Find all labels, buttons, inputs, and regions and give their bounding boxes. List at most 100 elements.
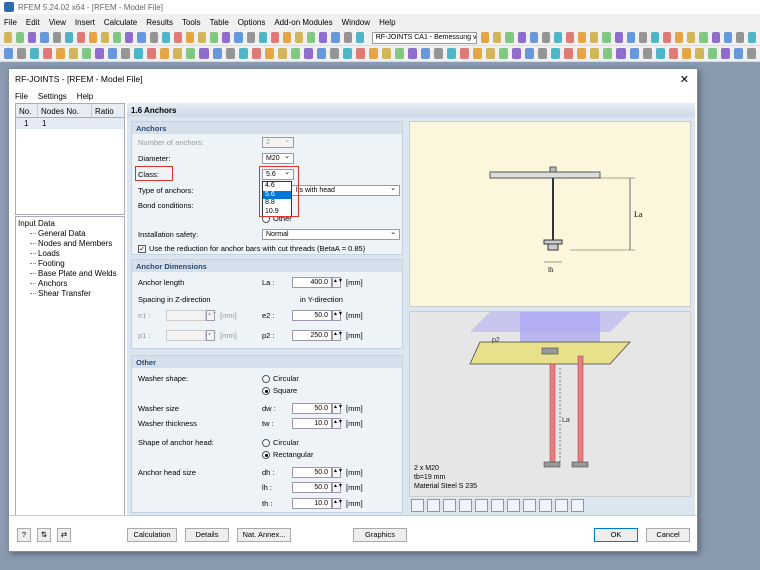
toolbar-icon[interactable] bbox=[173, 32, 182, 43]
toolbar-icon[interactable] bbox=[282, 32, 291, 43]
menu-insert[interactable]: Insert bbox=[75, 18, 95, 27]
table-row[interactable]: 1 1 bbox=[16, 118, 124, 129]
toolbar-icon[interactable] bbox=[512, 48, 522, 59]
view-side-icon[interactable] bbox=[427, 498, 440, 512]
toolbar-icon[interactable] bbox=[264, 48, 274, 59]
washer-thick-input[interactable]: 10.0 bbox=[292, 418, 332, 429]
toolbar-icon[interactable] bbox=[368, 48, 378, 59]
e2-input[interactable]: 50.0 bbox=[292, 310, 332, 321]
toolbar-icon[interactable] bbox=[566, 32, 575, 43]
toolbar-icon[interactable] bbox=[222, 32, 231, 43]
menu-window[interactable]: Window bbox=[342, 18, 370, 27]
wireframe-icon[interactable] bbox=[523, 498, 536, 512]
toolbar-icon[interactable] bbox=[590, 48, 600, 59]
diameter-select[interactable]: M20 bbox=[262, 152, 294, 164]
toolbar-icon[interactable] bbox=[735, 32, 744, 43]
toolbar-icon[interactable] bbox=[212, 48, 222, 59]
circular-radio[interactable]: Circular bbox=[262, 374, 299, 384]
toolbar-icon[interactable] bbox=[30, 48, 40, 59]
tree-item-base-plate[interactable]: Base Plate and Welds bbox=[18, 269, 122, 279]
toolbar-icon[interactable] bbox=[529, 32, 538, 43]
toolbar-icon[interactable] bbox=[56, 48, 66, 59]
menu-addon-modules[interactable]: Add-on Modules bbox=[274, 18, 332, 27]
tree-item-loads[interactable]: Loads bbox=[18, 249, 122, 259]
toolbar-icon[interactable] bbox=[460, 48, 470, 59]
toolbar-icon[interactable] bbox=[108, 48, 118, 59]
toolbar-icon[interactable] bbox=[16, 32, 25, 43]
toolbar-icon[interactable] bbox=[295, 32, 304, 43]
menu-table[interactable]: Table bbox=[210, 18, 229, 27]
toolbar-icon[interactable] bbox=[342, 48, 352, 59]
menu-file[interactable]: File bbox=[4, 18, 17, 27]
render-icon[interactable] bbox=[507, 498, 520, 512]
print-icon[interactable] bbox=[571, 498, 584, 512]
menu-options[interactable]: Options bbox=[238, 18, 266, 27]
toolbar-icon[interactable] bbox=[225, 48, 235, 59]
toolbar-icon[interactable] bbox=[343, 32, 352, 43]
view-top-icon[interactable] bbox=[459, 498, 472, 512]
help-icon[interactable]: ? bbox=[17, 528, 31, 542]
toolbar-icon[interactable] bbox=[499, 48, 509, 59]
toolbar-icon[interactable] bbox=[687, 32, 696, 43]
toolbar-icon[interactable] bbox=[52, 32, 61, 43]
toolbar-icon[interactable] bbox=[43, 48, 53, 59]
toolbar-icon[interactable] bbox=[614, 32, 623, 43]
toolbar-icon[interactable] bbox=[160, 48, 170, 59]
graphics-button[interactable]: Graphics bbox=[353, 528, 407, 542]
spinner-icon[interactable]: ▲▼ bbox=[332, 467, 343, 478]
view-front-icon[interactable] bbox=[411, 498, 424, 512]
toolbar-icon[interactable] bbox=[746, 48, 756, 59]
toolbar-icon[interactable] bbox=[551, 48, 561, 59]
dialog-menu-help[interactable]: Help bbox=[77, 92, 93, 101]
toolbar-icon[interactable] bbox=[121, 48, 131, 59]
view-iso-icon[interactable] bbox=[443, 498, 456, 512]
spinner-icon[interactable]: ▲▼ bbox=[332, 403, 343, 414]
tree-root-input-data[interactable]: Input Data bbox=[18, 219, 122, 229]
toolbar-icon[interactable] bbox=[329, 48, 339, 59]
toolbar-icon[interactable] bbox=[517, 32, 526, 43]
toolbar-icon[interactable] bbox=[663, 32, 672, 43]
spinner-icon[interactable]: ▲▼ bbox=[332, 277, 343, 288]
menu-calculate[interactable]: Calculate bbox=[104, 18, 137, 27]
th-input[interactable]: 10.0 bbox=[292, 498, 332, 509]
menu-edit[interactable]: Edit bbox=[26, 18, 40, 27]
toolbar-icon[interactable] bbox=[629, 48, 639, 59]
toolbar-icon[interactable] bbox=[675, 32, 684, 43]
spinner-icon[interactable]: ▲▼ bbox=[332, 310, 343, 321]
washer-size-input[interactable]: 50.0 bbox=[292, 403, 332, 414]
toolbar-icon[interactable] bbox=[17, 48, 27, 59]
dialog-menu-file[interactable]: File bbox=[15, 92, 28, 101]
toolbar-icon[interactable] bbox=[149, 32, 158, 43]
toolbar-icon[interactable] bbox=[707, 48, 717, 59]
toolbar-icon[interactable] bbox=[603, 48, 613, 59]
toolbar-icon[interactable] bbox=[28, 32, 37, 43]
zoom-icon[interactable] bbox=[555, 498, 568, 512]
toolbar-icon[interactable] bbox=[246, 32, 255, 43]
tree-item-general-data[interactable]: General Data bbox=[18, 229, 122, 239]
toolbar-icon[interactable] bbox=[316, 48, 326, 59]
toolbar-icon[interactable] bbox=[473, 48, 483, 59]
toolbar-icon[interactable] bbox=[134, 48, 144, 59]
toolbar-icon[interactable] bbox=[626, 32, 635, 43]
toolbar-icon[interactable] bbox=[319, 32, 328, 43]
toolbar-icon[interactable] bbox=[331, 32, 340, 43]
toolbar-icon[interactable] bbox=[486, 48, 496, 59]
toolbar-icon[interactable] bbox=[270, 32, 279, 43]
toolbar-icon[interactable] bbox=[602, 32, 611, 43]
toolbar-icon[interactable] bbox=[616, 48, 626, 59]
length-input[interactable]: 400.0 bbox=[292, 277, 332, 288]
toolbar-icon[interactable] bbox=[307, 32, 316, 43]
close-icon[interactable]: ✕ bbox=[680, 73, 689, 86]
toolbar-icon[interactable] bbox=[747, 32, 757, 43]
toolbar-icon[interactable] bbox=[210, 32, 219, 43]
toolbar-icon[interactable] bbox=[277, 48, 287, 59]
toolbar-icon[interactable] bbox=[699, 32, 708, 43]
toolbar-icon[interactable] bbox=[541, 32, 550, 43]
toolbar-icon[interactable] bbox=[505, 32, 514, 43]
import-icon[interactable]: ⇅ bbox=[37, 528, 51, 542]
tree-item-nodes-members[interactable]: Nodes and Members bbox=[18, 239, 122, 249]
toolbar-icon[interactable] bbox=[578, 32, 587, 43]
export-icon[interactable]: ⇄ bbox=[57, 528, 71, 542]
toolbar-icon[interactable] bbox=[95, 48, 105, 59]
toolbar-icon[interactable] bbox=[481, 32, 490, 43]
